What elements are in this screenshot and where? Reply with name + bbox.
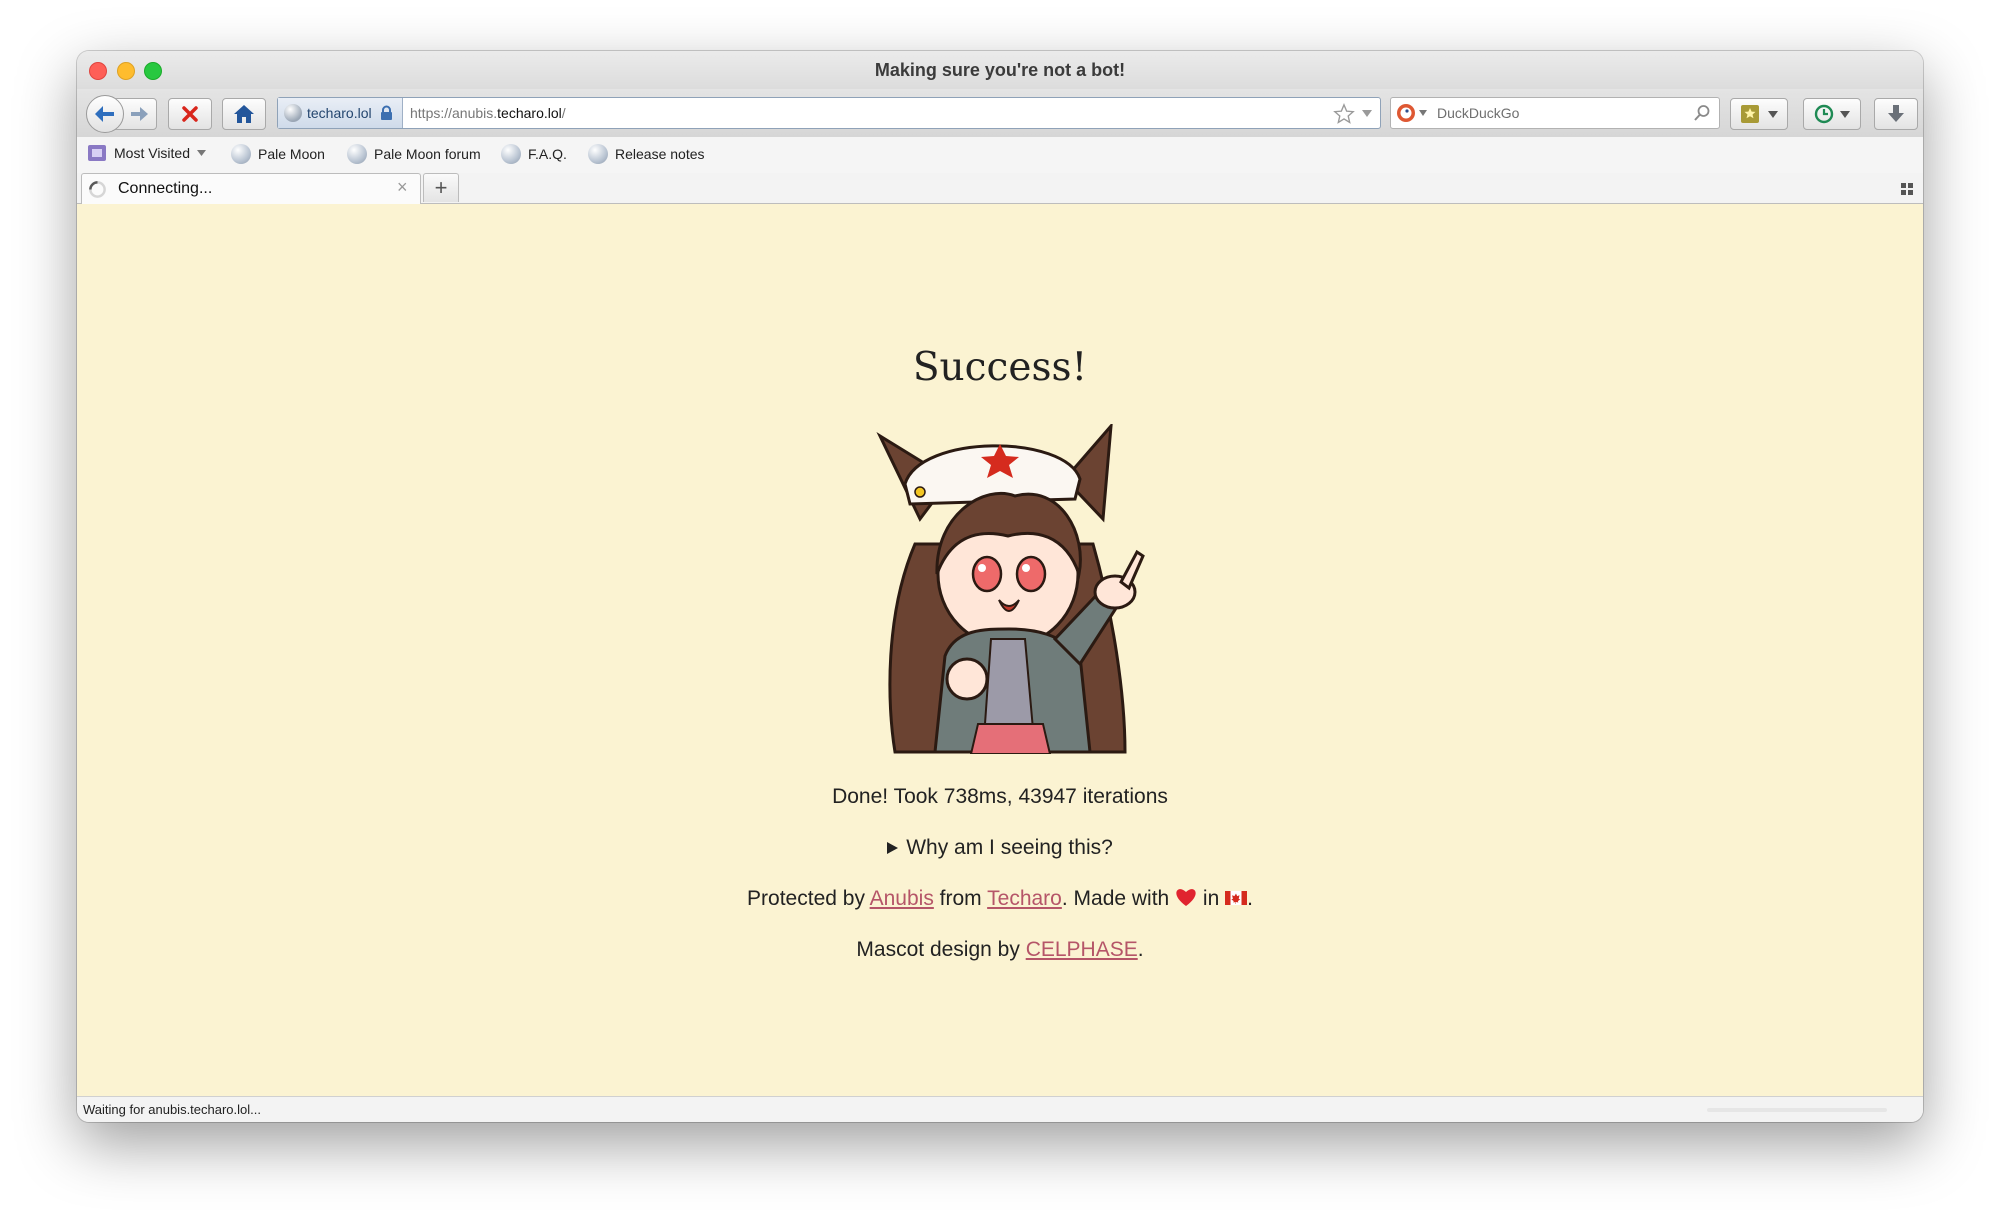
globe-icon	[284, 104, 302, 122]
search-icon[interactable]	[1693, 104, 1711, 122]
loading-spinner-icon	[89, 181, 106, 198]
url-domain: techaro.lol	[497, 105, 562, 121]
bookmarks-menu-button[interactable]	[1730, 98, 1788, 130]
tab-close-button[interactable]: ×	[397, 177, 408, 198]
home-icon	[234, 105, 254, 123]
protection-footer: Protected by Anubis from Techaro. Made w…	[77, 887, 1923, 911]
back-arrow-icon	[95, 106, 114, 122]
chevron-down-icon	[1840, 110, 1850, 118]
bookmark-star-icon[interactable]	[1333, 103, 1355, 125]
most-visited-icon	[88, 145, 106, 161]
url-bar[interactable]: techaro.lol https://anubis.techaro.lol/	[277, 97, 1381, 129]
status-text: Waiting for anubis.techaro.lol...	[83, 1102, 261, 1117]
canada-flag-icon	[1225, 891, 1248, 905]
globe-icon	[588, 144, 608, 164]
celphase-link[interactable]: CELPHASE	[1026, 938, 1138, 961]
details-summary: Why am I seeing this?	[906, 836, 1113, 859]
browser-window: Making sure you're not a bot! techaro.lo…	[77, 51, 1923, 1122]
bookmark-faq[interactable]: F.A.Q.	[501, 144, 567, 164]
tab-bar: Connecting... × +	[77, 173, 1923, 204]
techaro-link[interactable]: Techaro	[987, 887, 1062, 910]
site-identity-button[interactable]: techaro.lol	[278, 98, 403, 128]
globe-icon	[501, 144, 521, 164]
history-button[interactable]	[1803, 98, 1861, 130]
title-bar: Making sure you're not a bot!	[77, 51, 1923, 89]
bookmark-release-notes[interactable]: Release notes	[588, 144, 705, 164]
bookmark-label: Release notes	[615, 146, 705, 162]
mascot-credit: Mascot design by CELPHASE.	[77, 938, 1923, 962]
url-dropdown-icon[interactable]	[1361, 109, 1373, 118]
globe-icon	[347, 144, 367, 164]
bookmark-label: Pale Moon	[258, 146, 325, 162]
downloads-button[interactable]	[1874, 98, 1918, 130]
bookmark-label: Most Visited	[114, 145, 190, 161]
bookmark-pale-moon-forum[interactable]: Pale Moon forum	[347, 144, 481, 164]
home-button[interactable]	[222, 98, 266, 130]
lock-icon	[380, 105, 392, 120]
mascot-image	[876, 424, 1145, 754]
footer-text: from	[933, 887, 988, 910]
bookmark-label: Pale Moon forum	[374, 146, 481, 162]
page-heading: Success!	[912, 345, 1088, 390]
footer-text: in	[1197, 887, 1226, 910]
bookmark-pale-moon[interactable]: Pale Moon	[231, 144, 325, 164]
status-bar: Waiting for anubis.techaro.lol...	[77, 1096, 1923, 1122]
footer-text: Protected by	[747, 887, 870, 910]
tab-connecting[interactable]: Connecting... ×	[81, 173, 421, 204]
details-toggle[interactable]: Why am I seeing this?	[77, 836, 1923, 860]
anubis-link[interactable]: Anubis	[870, 887, 934, 910]
bookmarks-toolbar: Most Visited Pale Moon Pale Moon forum F…	[77, 137, 1923, 173]
navigation-toolbar: techaro.lol https://anubis.techaro.lol/ …	[77, 89, 1923, 137]
download-arrow-icon	[1888, 105, 1904, 122]
footer-text: .	[1247, 887, 1253, 910]
plus-icon: +	[434, 175, 448, 200]
stop-x-icon	[182, 106, 198, 122]
page-content: Success! Done! Took 738ms, 43947 iterati…	[77, 204, 1923, 1097]
result-text: Done! Took 738ms, 43947 iterations	[832, 785, 1168, 808]
search-engine-dropdown-icon[interactable]	[1419, 110, 1427, 116]
heart-icon	[1176, 889, 1196, 906]
new-tab-button[interactable]: +	[423, 173, 459, 202]
url-text: https://anubis.techaro.lol/	[410, 105, 566, 121]
tab-list-icon[interactable]	[1901, 183, 1913, 195]
credit-text: Mascot design by	[856, 938, 1026, 961]
url-prefix: https://anubis.	[410, 105, 498, 121]
forward-arrow-icon	[131, 107, 148, 121]
footer-text: . Made with	[1061, 887, 1176, 910]
bookmarks-menu-icon	[1741, 105, 1759, 123]
chevron-down-icon	[1768, 110, 1778, 118]
duckduckgo-icon[interactable]	[1396, 103, 1416, 123]
chevron-down-icon	[197, 150, 206, 156]
identity-label: techaro.lol	[307, 105, 372, 121]
search-input[interactable]: DuckDuckGo	[1437, 105, 1519, 121]
tab-title: Connecting...	[118, 180, 213, 197]
url-suffix: /	[561, 105, 566, 121]
window-title: Making sure you're not a bot!	[874, 60, 1126, 80]
stop-button[interactable]	[168, 98, 212, 130]
clock-icon	[1814, 104, 1834, 124]
bookmark-most-visited[interactable]: Most Visited	[87, 144, 206, 162]
bookmark-label: F.A.Q.	[528, 146, 567, 162]
status-progress-bar	[1707, 1108, 1887, 1112]
credit-text: .	[1137, 938, 1144, 961]
back-button[interactable]	[86, 95, 124, 133]
disclosure-triangle-icon	[887, 842, 899, 854]
globe-icon	[231, 144, 251, 164]
search-bar[interactable]: DuckDuckGo	[1390, 97, 1720, 129]
